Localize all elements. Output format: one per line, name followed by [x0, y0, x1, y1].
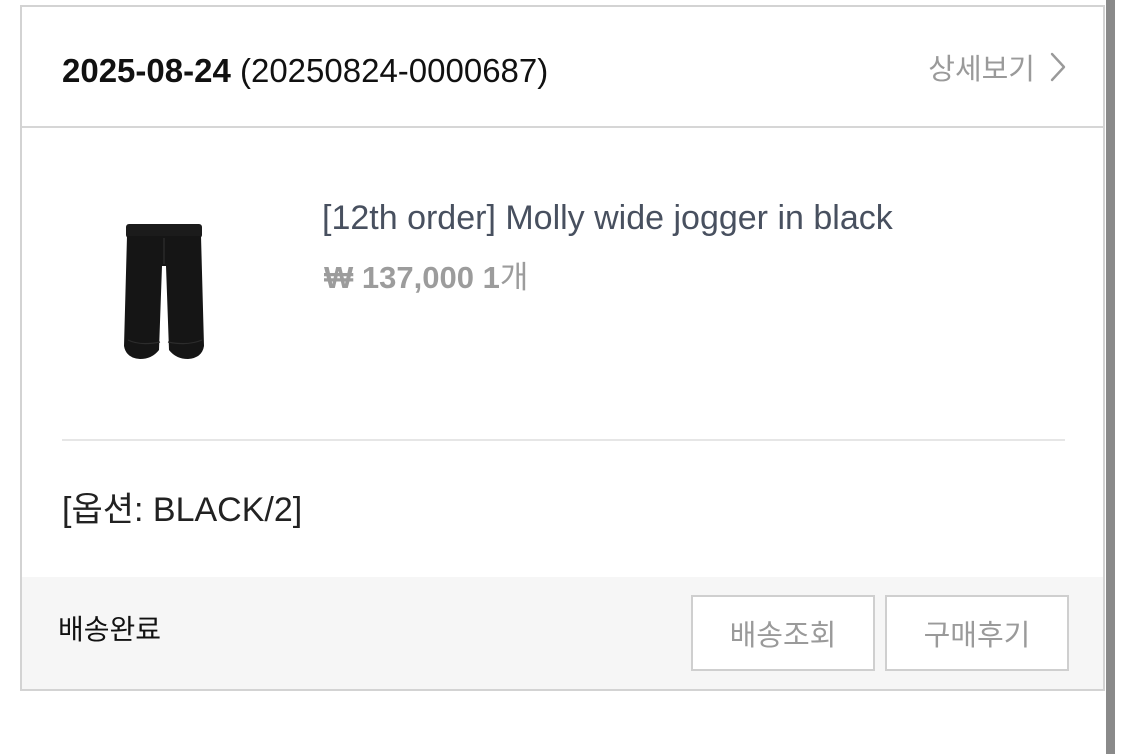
product-row: [12th order] Molly wide jogger in black … [22, 130, 1103, 440]
black-jogger-pants-image[interactable] [122, 222, 206, 362]
product-price-line: ₩ 137,000 1개 [324, 258, 528, 298]
option-label: 옵션 [71, 490, 135, 530]
product-quantity: 1 [482, 260, 500, 295]
order-footer: 배송완료 배송조회 구매후기 [22, 577, 1103, 689]
order-title: 2025-08-24 (20250824-0000687) [62, 51, 548, 91]
order-date: 2025-08-24 [62, 52, 231, 89]
write-review-button[interactable]: 구매후기 [885, 595, 1069, 671]
scrollbar[interactable] [1106, 0, 1115, 754]
order-detail-label: 상세보기 [928, 52, 1035, 86]
order-detail-link[interactable]: 상세보기 [928, 45, 1067, 89]
order-history-page: 2025-08-24 (20250824-0000687) 상세보기 [12th… [0, 0, 1125, 754]
option-value: : BLACK/2] [134, 491, 303, 529]
product-price: 137,000 [361, 260, 474, 295]
product-option: [옵션: BLACK/2] [62, 489, 302, 531]
quantity-unit: 개 [499, 260, 529, 296]
delivery-status: 배송완료 [58, 613, 162, 646]
currency-symbol: ₩ [324, 260, 354, 295]
order-header: 2025-08-24 (20250824-0000687) 상세보기 [22, 7, 1103, 128]
order-card: 2025-08-24 (20250824-0000687) 상세보기 [12th… [20, 5, 1105, 691]
chevron-right-icon [1050, 52, 1066, 82]
order-number: (20250824-0000687) [239, 52, 549, 89]
product-name[interactable]: [12th order] Molly wide jogger in black [322, 197, 893, 239]
section-divider [62, 439, 1065, 441]
track-delivery-button[interactable]: 배송조회 [691, 595, 875, 671]
